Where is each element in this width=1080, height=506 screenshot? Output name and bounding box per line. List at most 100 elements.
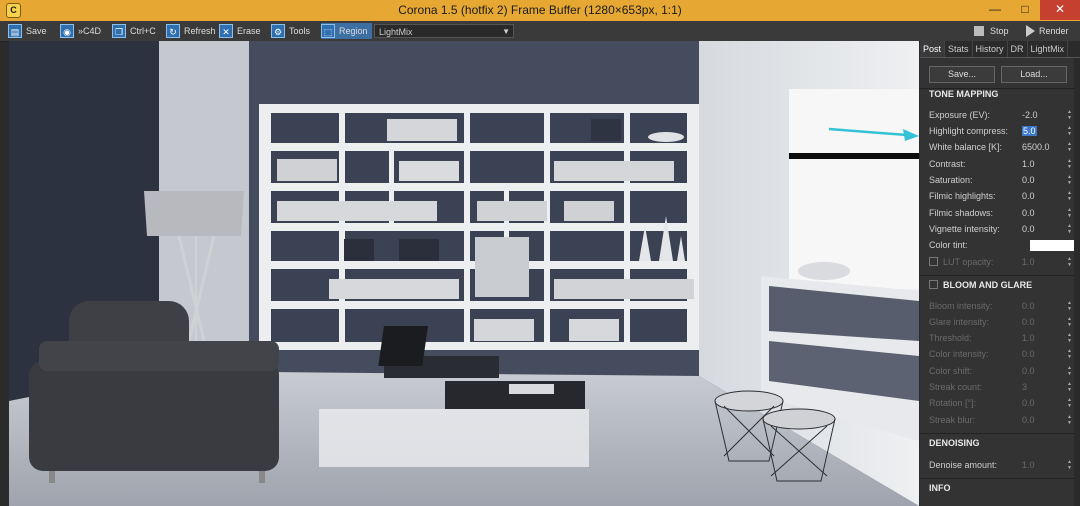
denoise-amount-field[interactable]: 1.0 [1022, 460, 1058, 470]
tab-dr[interactable]: DR [1008, 41, 1028, 57]
threshold-row: Threshold: 1.0 ▲ ▼ [929, 332, 1077, 346]
minimize-button[interactable]: — [980, 0, 1010, 20]
spinner-icon[interactable]: ▲ ▼ [1067, 256, 1074, 268]
lut-checkbox[interactable] [929, 257, 938, 266]
divider [920, 478, 1074, 479]
erase-button[interactable]: ✕ Erase [219, 23, 261, 39]
color-tint-swatch[interactable] [1030, 240, 1074, 251]
spinner-icon[interactable]: ▲ ▼ [1067, 174, 1074, 186]
streak-blur-row: Streak blur: 0.0 ▲ ▼ [929, 414, 1077, 428]
refresh-button[interactable]: ↻ Refresh [166, 23, 216, 39]
highlight-compress-field[interactable]: 5.0 [1022, 126, 1037, 136]
color-intensity-field[interactable]: 0.0 [1022, 349, 1058, 359]
rotation-field[interactable]: 0.0 [1022, 398, 1058, 408]
denoise-amount-row: Denoise amount: 1.0 ▲ ▼ [929, 459, 1077, 473]
contrast-label: Contrast: [929, 159, 966, 169]
bloom-glare-checkbox[interactable] [929, 280, 938, 289]
tab-history[interactable]: History [973, 41, 1008, 57]
info-header: INFO [929, 483, 951, 493]
copy-button[interactable]: ❐ Ctrl+C [112, 23, 156, 39]
spinner-icon[interactable]: ▲ ▼ [1067, 190, 1074, 202]
rendered-image [9, 41, 919, 506]
divider [920, 433, 1074, 434]
filmic-highlights-field[interactable]: 0.0 [1022, 191, 1058, 201]
threshold-field[interactable]: 1.0 [1022, 333, 1058, 343]
spinner-icon[interactable]: ▲ ▼ [1067, 223, 1074, 235]
spinner-icon[interactable]: ▲ ▼ [1067, 300, 1074, 312]
play-icon [1026, 25, 1035, 37]
tools-icon: ⚙ [271, 24, 285, 38]
bloom-glare-header: BLOOM AND GLARE [943, 280, 1033, 290]
saturation-field[interactable]: 0.0 [1022, 175, 1058, 185]
vignette-label: Vignette intensity: [929, 224, 1000, 234]
save-settings-button[interactable]: Save... [929, 66, 995, 83]
denoise-amount-label: Denoise amount: [929, 460, 998, 470]
region-button[interactable]: ⬚ Region [321, 23, 372, 39]
tab-lightmix[interactable]: LightMix [1028, 41, 1069, 57]
rotation-row: Rotation [°]: 0.0 ▲ ▼ [929, 397, 1077, 411]
close-button[interactable]: ✕ [1040, 0, 1080, 20]
spinner-icon[interactable]: ▲ ▼ [1067, 397, 1074, 409]
glare-intensity-label: Glare intensity: [929, 317, 990, 327]
denoising-header: DENOISING [929, 438, 980, 448]
streak-blur-field[interactable]: 0.0 [1022, 415, 1058, 425]
to-c4d-button[interactable]: ◉ »C4D [60, 23, 101, 39]
lightmix-select[interactable]: LightMix ▼ [374, 24, 514, 38]
panel-scrollbar[interactable] [1074, 58, 1080, 506]
tab-post[interactable]: Post [920, 41, 946, 57]
white-balance-row: White balance [K]: 6500.0 ▲ ▼ [929, 141, 1077, 155]
color-shift-field[interactable]: 0.0 [1022, 366, 1058, 376]
copy-icon: ❐ [112, 24, 126, 38]
load-settings-button[interactable]: Load... [1001, 66, 1067, 83]
spinner-icon[interactable]: ▲ ▼ [1067, 414, 1074, 426]
vignette-field[interactable]: 0.0 [1022, 224, 1058, 234]
bloom-intensity-field[interactable]: 0.0 [1022, 301, 1058, 311]
spinner-icon[interactable]: ▲ ▼ [1067, 459, 1074, 471]
bloom-intensity-label: Bloom intensity: [929, 301, 993, 311]
lut-opacity-field[interactable]: 1.0 [1022, 257, 1058, 267]
stop-button[interactable]: Stop [970, 23, 1018, 39]
vignette-row: Vignette intensity: 0.0 ▲ ▼ [929, 223, 1077, 237]
saturation-label: Saturation: [929, 175, 973, 185]
spinner-icon[interactable]: ▲ ▼ [1067, 316, 1074, 328]
exposure-label: Exposure (EV): [929, 110, 991, 120]
tone-mapping-header: TONE MAPPING [929, 89, 999, 99]
spinner-icon[interactable]: ▲ ▼ [1067, 332, 1074, 344]
filmic-highlights-label: Filmic highlights: [929, 191, 996, 201]
color-shift-row: Color shift: 0.0 ▲ ▼ [929, 365, 1077, 379]
color-tint-label: Color tint: [929, 240, 968, 250]
tab-stats[interactable]: Stats [945, 41, 973, 57]
lut-opacity-row: LUT opacity: 1.0 ▲ ▼ [929, 256, 1077, 270]
streak-count-field[interactable]: 3 [1022, 382, 1058, 392]
spinner-icon[interactable]: ▲ ▼ [1067, 207, 1074, 219]
color-intensity-label: Color intensity: [929, 349, 989, 359]
spinner-icon[interactable]: ▲ ▼ [1067, 365, 1074, 377]
spinner-icon[interactable]: ▲ ▼ [1067, 125, 1074, 137]
save-button[interactable]: ▤ Save [8, 23, 47, 39]
rotation-label: Rotation [°]: [929, 398, 977, 408]
spinner-icon[interactable]: ▲ ▼ [1067, 141, 1074, 153]
color-shift-label: Color shift: [929, 366, 973, 376]
spinner-icon[interactable]: ▲ ▼ [1067, 109, 1074, 121]
color-intensity-row: Color intensity: 0.0 ▲ ▼ [929, 348, 1077, 362]
spinner-icon[interactable]: ▲ ▼ [1067, 381, 1074, 393]
lut-opacity-label: LUT opacity: [943, 257, 994, 267]
render-viewport[interactable] [9, 41, 919, 506]
bookshelf [259, 104, 699, 350]
filmic-shadows-label: Filmic shadows: [929, 208, 994, 218]
divider [920, 275, 1074, 276]
render-button[interactable]: Render [1022, 23, 1078, 39]
filmic-shadows-field[interactable]: 0.0 [1022, 208, 1058, 218]
settings-panel: Post Stats History DR LightMix Save... L… [920, 41, 1080, 506]
streak-blur-label: Streak blur: [929, 415, 976, 425]
bloom-intensity-row: Bloom intensity: 0.0 ▲ ▼ [929, 300, 1077, 314]
tools-button[interactable]: ⚙ Tools [271, 23, 310, 39]
contrast-field[interactable]: 1.0 [1022, 159, 1058, 169]
glare-intensity-field[interactable]: 0.0 [1022, 317, 1058, 327]
refresh-icon: ↻ [166, 24, 180, 38]
spinner-icon[interactable]: ▲ ▼ [1067, 348, 1074, 360]
exposure-field[interactable]: -2.0 [1022, 110, 1058, 120]
spinner-icon[interactable]: ▲ ▼ [1067, 158, 1074, 170]
white-balance-field[interactable]: 6500.0 [1022, 142, 1058, 152]
maximize-button[interactable]: □ [1010, 0, 1040, 20]
